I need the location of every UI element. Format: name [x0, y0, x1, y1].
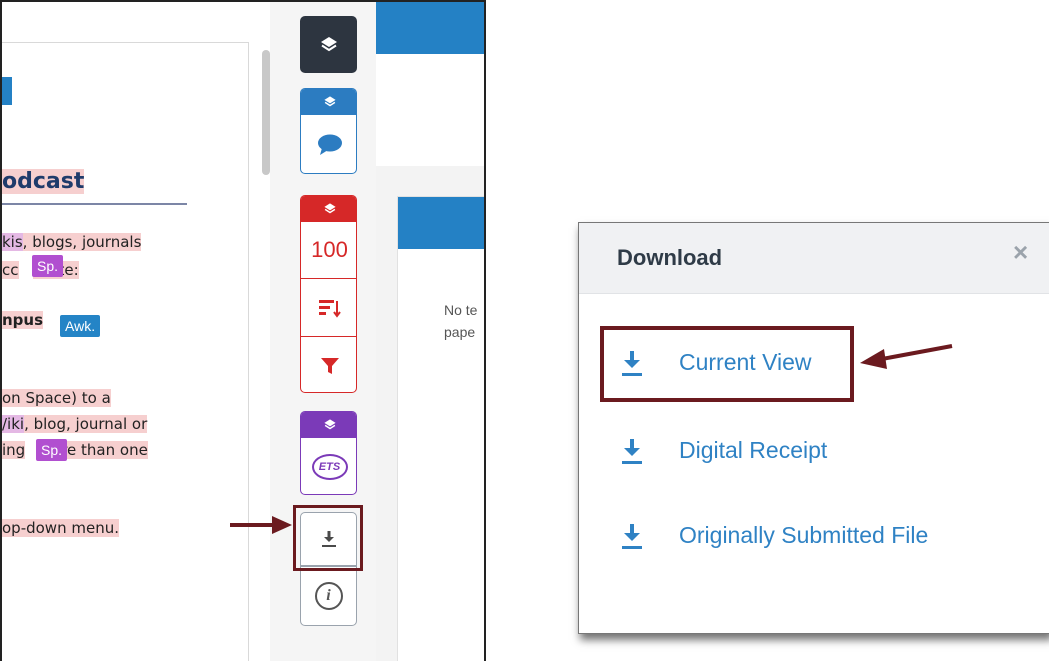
side-panel-header — [398, 197, 484, 249]
digital-receipt-label: Digital Receipt — [679, 437, 828, 463]
download-original-file[interactable]: Originally Submitted File — [621, 522, 928, 549]
awkward-badge[interactable]: Awk. — [60, 315, 101, 337]
doc-line-3-a: npus — [2, 311, 44, 329]
download-dialog: Download × Current View Digital Receipt … — [578, 222, 1049, 634]
similarity-group: 100 — [300, 195, 357, 393]
panel-line-1: No te — [444, 302, 478, 318]
comment-icon — [317, 134, 342, 155]
header-area — [376, 54, 484, 167]
layers-icon — [320, 36, 337, 51]
side-panel: No te pape — [397, 196, 484, 661]
dialog-header: Download × — [579, 223, 1049, 294]
dialog-title: Download — [617, 245, 723, 270]
doc-line-6-b: re than one — [61, 441, 148, 459]
ets-icon: ETS — [311, 454, 348, 480]
layers-button[interactable] — [300, 16, 357, 73]
doc-line-1: kis, blogs, journals — [2, 233, 142, 251]
filter-button[interactable] — [301, 337, 356, 392]
layers-icon — [323, 203, 336, 214]
comments-button[interactable] — [301, 115, 356, 173]
similarity-score-button[interactable]: 100 — [301, 222, 356, 279]
sort-button[interactable] — [301, 279, 356, 337]
grading-group-header[interactable] — [301, 89, 356, 115]
similarity-score: 100 — [311, 237, 348, 262]
close-button[interactable]: × — [1013, 237, 1028, 268]
document-page: odcast kis, blogs, journals cce site: Sp… — [2, 42, 249, 661]
info-icon: i — [314, 582, 343, 610]
layers-icon — [323, 96, 336, 107]
doc-blue-mark — [2, 77, 12, 105]
original-file-label: Originally Submitted File — [679, 522, 929, 548]
layers-icon — [323, 419, 336, 430]
side-panel-text: No te pape — [444, 299, 477, 343]
callout-arrow-left — [230, 516, 292, 534]
grading-group — [300, 88, 357, 174]
download-highlight-box — [293, 505, 363, 571]
doc-line-2-a: cc — [2, 261, 19, 279]
doc-line-6: ing re than one — [2, 441, 148, 459]
doc-heading-rule — [2, 203, 187, 205]
viewer-screenshot: No te pape odcast kis, blogs, journals c… — [0, 0, 486, 661]
download-digital-receipt[interactable]: Digital Receipt — [621, 437, 827, 464]
doc-line-1-b: , blogs, journals — [22, 233, 142, 251]
callout-arrow-right — [860, 344, 953, 369]
doc-line-3: npus — [2, 311, 44, 329]
similarity-group-header[interactable] — [301, 196, 356, 222]
download-icon — [622, 523, 642, 549]
doc-line-5-a: /iki — [2, 415, 25, 433]
doc-line-7-a: op-down menu. — [2, 519, 119, 537]
doc-heading-text: odcast — [2, 169, 85, 194]
panel-line-2: pape — [444, 324, 476, 340]
info-label: i — [326, 587, 331, 604]
download-icon — [622, 438, 642, 464]
doc-line-1-a: kis — [2, 233, 23, 251]
ets-group-header[interactable] — [301, 412, 356, 438]
doc-line-4-a: on Space) to a — [2, 389, 111, 407]
doc-heading: odcast — [2, 169, 85, 194]
spelling-badge-1[interactable]: Sp. — [32, 255, 64, 277]
filter-icon — [320, 357, 339, 374]
ets-button[interactable]: ETS — [301, 438, 356, 494]
top-bar — [376, 2, 484, 54]
sort-icon — [318, 299, 341, 318]
info-button[interactable]: i — [300, 566, 357, 626]
doc-line-5: /iki, blog, journal or — [2, 415, 148, 433]
doc-line-4: on Space) to a — [2, 389, 111, 407]
ets-group: ETS — [300, 411, 357, 495]
doc-line-5-b: , blog, journal or — [24, 415, 148, 433]
spelling-badge-2[interactable]: Sp. — [36, 439, 68, 461]
ets-label: ETS — [318, 461, 341, 473]
current-view-highlight-box — [600, 326, 854, 402]
document-scrollbar[interactable] — [262, 50, 270, 175]
doc-line-6-a: ing — [2, 441, 26, 459]
close-icon: × — [1013, 237, 1029, 267]
doc-line-7: op-down menu. — [2, 519, 119, 537]
